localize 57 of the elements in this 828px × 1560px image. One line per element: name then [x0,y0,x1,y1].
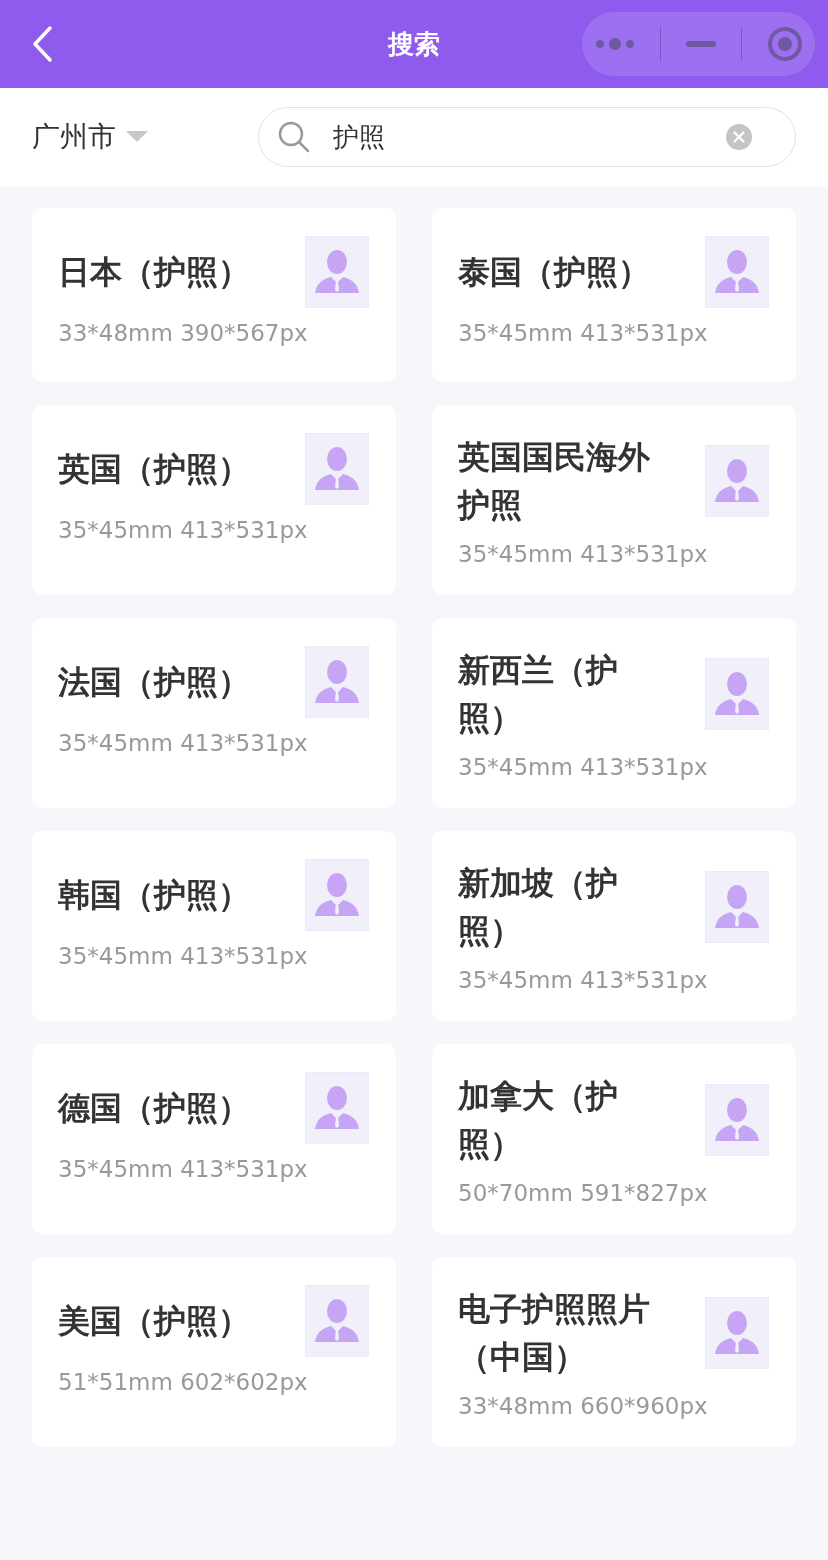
dropdown-icon[interactable] [126,131,148,143]
person-icon [305,1285,369,1357]
passport-card[interactable]: 新加坡（护照） 35*45mm 413*531px [432,831,796,1021]
search-icon [278,121,310,153]
passport-card[interactable]: 韩国（护照） 35*45mm 413*531px [32,831,396,1021]
passport-card[interactable]: 美国（护照） 51*51mm 602*602px [32,1257,396,1447]
passport-card[interactable]: 日本（护照） 33*48mm 390*567px [32,208,396,382]
city-selector[interactable]: 广州市 [32,118,116,156]
person-icon [705,236,769,308]
card-title: 加拿大（护照） [458,1076,619,1165]
card-title: 法国（护照） [58,662,251,703]
passport-card[interactable]: 法国（护照） 35*45mm 413*531px [32,618,396,808]
person-icon [705,445,769,517]
clear-icon[interactable] [726,124,752,150]
photo-size: 35*45mm 413*531px [458,541,709,567]
card-title: 日本（护照） [58,252,251,293]
passport-card[interactable]: 英国国民海外护照 35*45mm 413*531px [432,405,796,595]
photo-size: 35*45mm 413*531px [58,730,309,756]
photo-size: 51*51mm 602*602px [58,1369,309,1395]
minimize-icon[interactable] [685,40,716,48]
person-icon [305,646,369,718]
passport-card[interactable]: 新西兰（护照） 35*45mm 413*531px [432,618,796,808]
person-icon [305,859,369,931]
person-icon [305,236,369,308]
passport-card[interactable]: 德国（护照） 35*45mm 413*531px [32,1044,396,1234]
photo-size: 35*45mm 413*531px [58,1156,309,1182]
card-title: 德国（护照） [58,1088,251,1129]
person-icon [705,658,769,730]
card-title: 电子护照照片（中国） [458,1289,651,1378]
person-icon [305,1072,369,1144]
photo-size: 50*70mm 591*827px [458,1180,709,1206]
page-title: 搜索 [388,28,440,59]
passport-card[interactable]: 电子护照照片（中国） 33*48mm 660*960px [432,1257,796,1447]
photo-size: 33*48mm 660*960px [458,1393,709,1419]
person-icon [305,433,369,505]
close-icon[interactable] [766,26,803,62]
more-icon[interactable] [594,37,635,51]
card-title: 韩国（护照） [58,875,251,916]
card-title: 美国（护照） [58,1301,251,1342]
person-icon [705,1084,769,1156]
photo-size: 33*48mm 390*567px [58,320,309,346]
passport-card[interactable]: 英国（护照） 35*45mm 413*531px [32,405,396,595]
card-title: 泰国（护照） [458,252,651,293]
photo-size: 35*45mm 413*531px [58,517,309,543]
person-icon [705,1297,769,1369]
passport-card[interactable]: 泰国（护照） 35*45mm 413*531px [432,208,796,382]
card-title: 英国国民海外护照 [458,437,651,526]
person-icon [705,871,769,943]
passport-card[interactable]: 加拿大（护照） 50*70mm 591*827px [432,1044,796,1234]
photo-size: 35*45mm 413*531px [458,320,709,346]
photo-size: 35*45mm 413*531px [458,967,709,993]
card-title: 新加坡（护照） [458,863,619,952]
card-title: 英国（护照） [58,449,251,490]
card-title: 新西兰（护照） [458,650,619,739]
photo-size: 35*45mm 413*531px [58,943,309,969]
photo-size: 35*45mm 413*531px [458,754,709,780]
search-field[interactable]: 护照 [258,107,796,167]
